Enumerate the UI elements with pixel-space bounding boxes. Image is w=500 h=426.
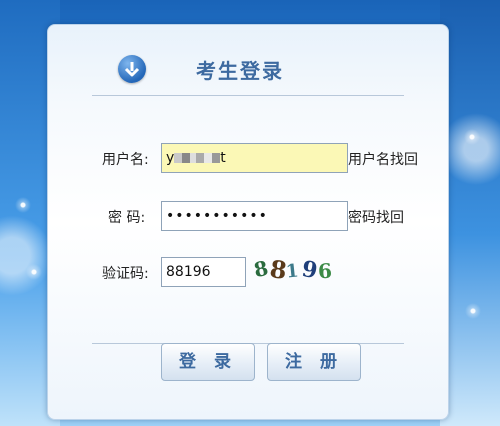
username-recover-link[interactable]: 用户名找回 — [348, 143, 418, 177]
register-button[interactable]: 注 册 — [267, 343, 361, 381]
captcha-image[interactable]: 88196 88196 — [252, 253, 342, 287]
page-title: 考生登录 — [196, 59, 284, 83]
captcha-input[interactable]: 88196 — [161, 257, 246, 287]
login-header: 考生登录 — [48, 25, 448, 95]
password-label: 密 码: — [108, 210, 146, 226]
password-row: 密 码: ••••••••••• 密码找回 — [48, 201, 448, 235]
redaction-mask — [174, 153, 221, 163]
background-right — [440, 0, 500, 426]
dandelion-seed-decoration — [455, 120, 489, 154]
username-value-start: y — [166, 150, 175, 166]
dandelion-seed-decoration — [462, 300, 484, 322]
username-value-end: t — [220, 150, 226, 166]
captcha-row: 验证码: 88196 — [48, 257, 448, 291]
captcha-digit: 6 — [317, 258, 333, 284]
login-panel: 考生登录 用户名: yt 用户名找回 密 码: ••••••••••• 密码找回… — [47, 24, 449, 420]
dandelion-seed-decoration — [8, 190, 38, 220]
password-input[interactable]: ••••••••••• — [161, 201, 348, 231]
arrow-down-circle-icon — [118, 55, 146, 83]
login-button[interactable]: 登 录 — [161, 343, 255, 381]
captcha-digit: 8 — [251, 255, 271, 283]
dandelion-seed-decoration — [22, 260, 46, 284]
captcha-label: 验证码: — [102, 266, 149, 282]
username-row: 用户名: yt 用户名找回 — [48, 143, 448, 177]
password-recover-link[interactable]: 密码找回 — [348, 201, 404, 235]
username-input[interactable]: yt — [161, 143, 348, 173]
username-label: 用户名: — [102, 152, 149, 168]
header-divider — [92, 95, 404, 96]
captcha-digit: 1 — [284, 260, 300, 283]
